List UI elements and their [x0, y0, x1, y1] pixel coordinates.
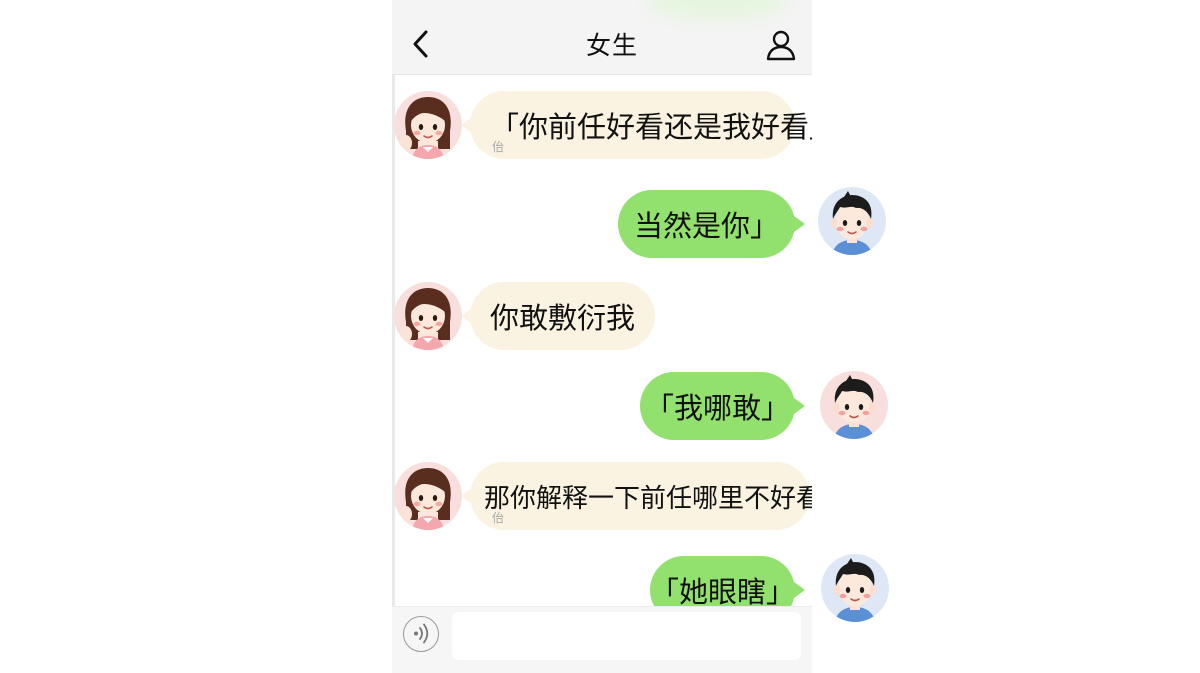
boy-avatar[interactable]	[820, 371, 888, 439]
boy-avatar[interactable]	[818, 187, 886, 255]
chat-title: 女生	[585, 31, 638, 60]
girl-avatar[interactable]	[394, 462, 462, 530]
message-text: 「你前任好看还是我好看」	[490, 110, 812, 144]
girl-avatar-image	[400, 288, 451, 350]
voice-icon	[414, 623, 429, 644]
girl-avatar[interactable]	[394, 91, 462, 159]
girl-avatar-image	[400, 468, 451, 530]
sent-message-bubble[interactable]: 当然是你」	[618, 190, 805, 258]
profile-button[interactable]	[764, 28, 798, 62]
input-bar	[392, 606, 812, 673]
message-text: 「我哪敢」	[645, 391, 791, 425]
message-text: 「她眼瞎」	[650, 575, 796, 609]
received-message-bubble[interactable]: 「你前任好看还是我好看」 佁	[461, 91, 812, 159]
person-icon	[766, 30, 796, 61]
chat-screen: 女生 「你前任好看还是我好看」 佁 当然是你」 你敢敷衍我 「我哪敢」 那你解释…	[392, 0, 812, 673]
message-input[interactable]	[452, 612, 801, 660]
message-text: 那你解释一下前任哪里不好看	[484, 483, 812, 514]
nav-decoration	[647, 0, 787, 20]
message-subtext: 佁	[492, 140, 505, 154]
message-text: 你敢敷衍我	[490, 301, 636, 335]
navigation-bar: 女生	[392, 0, 812, 75]
girl-avatar-image	[400, 97, 451, 159]
boy-avatar-image	[832, 375, 876, 439]
boy-avatar-image	[833, 558, 877, 622]
message-subtext: 佁	[492, 511, 505, 525]
voice-button[interactable]	[403, 616, 439, 652]
girl-avatar[interactable]	[394, 282, 462, 350]
received-message-bubble[interactable]: 你敢敷衍我	[461, 282, 655, 350]
boy-avatar-image	[830, 191, 874, 255]
sent-message-bubble[interactable]: 「我哪敢」	[640, 372, 805, 440]
boy-avatar[interactable]	[821, 554, 889, 622]
received-message-bubble[interactable]: 那你解释一下前任哪里不好看 佁	[461, 462, 812, 530]
message-text: 当然是你」	[634, 209, 780, 243]
